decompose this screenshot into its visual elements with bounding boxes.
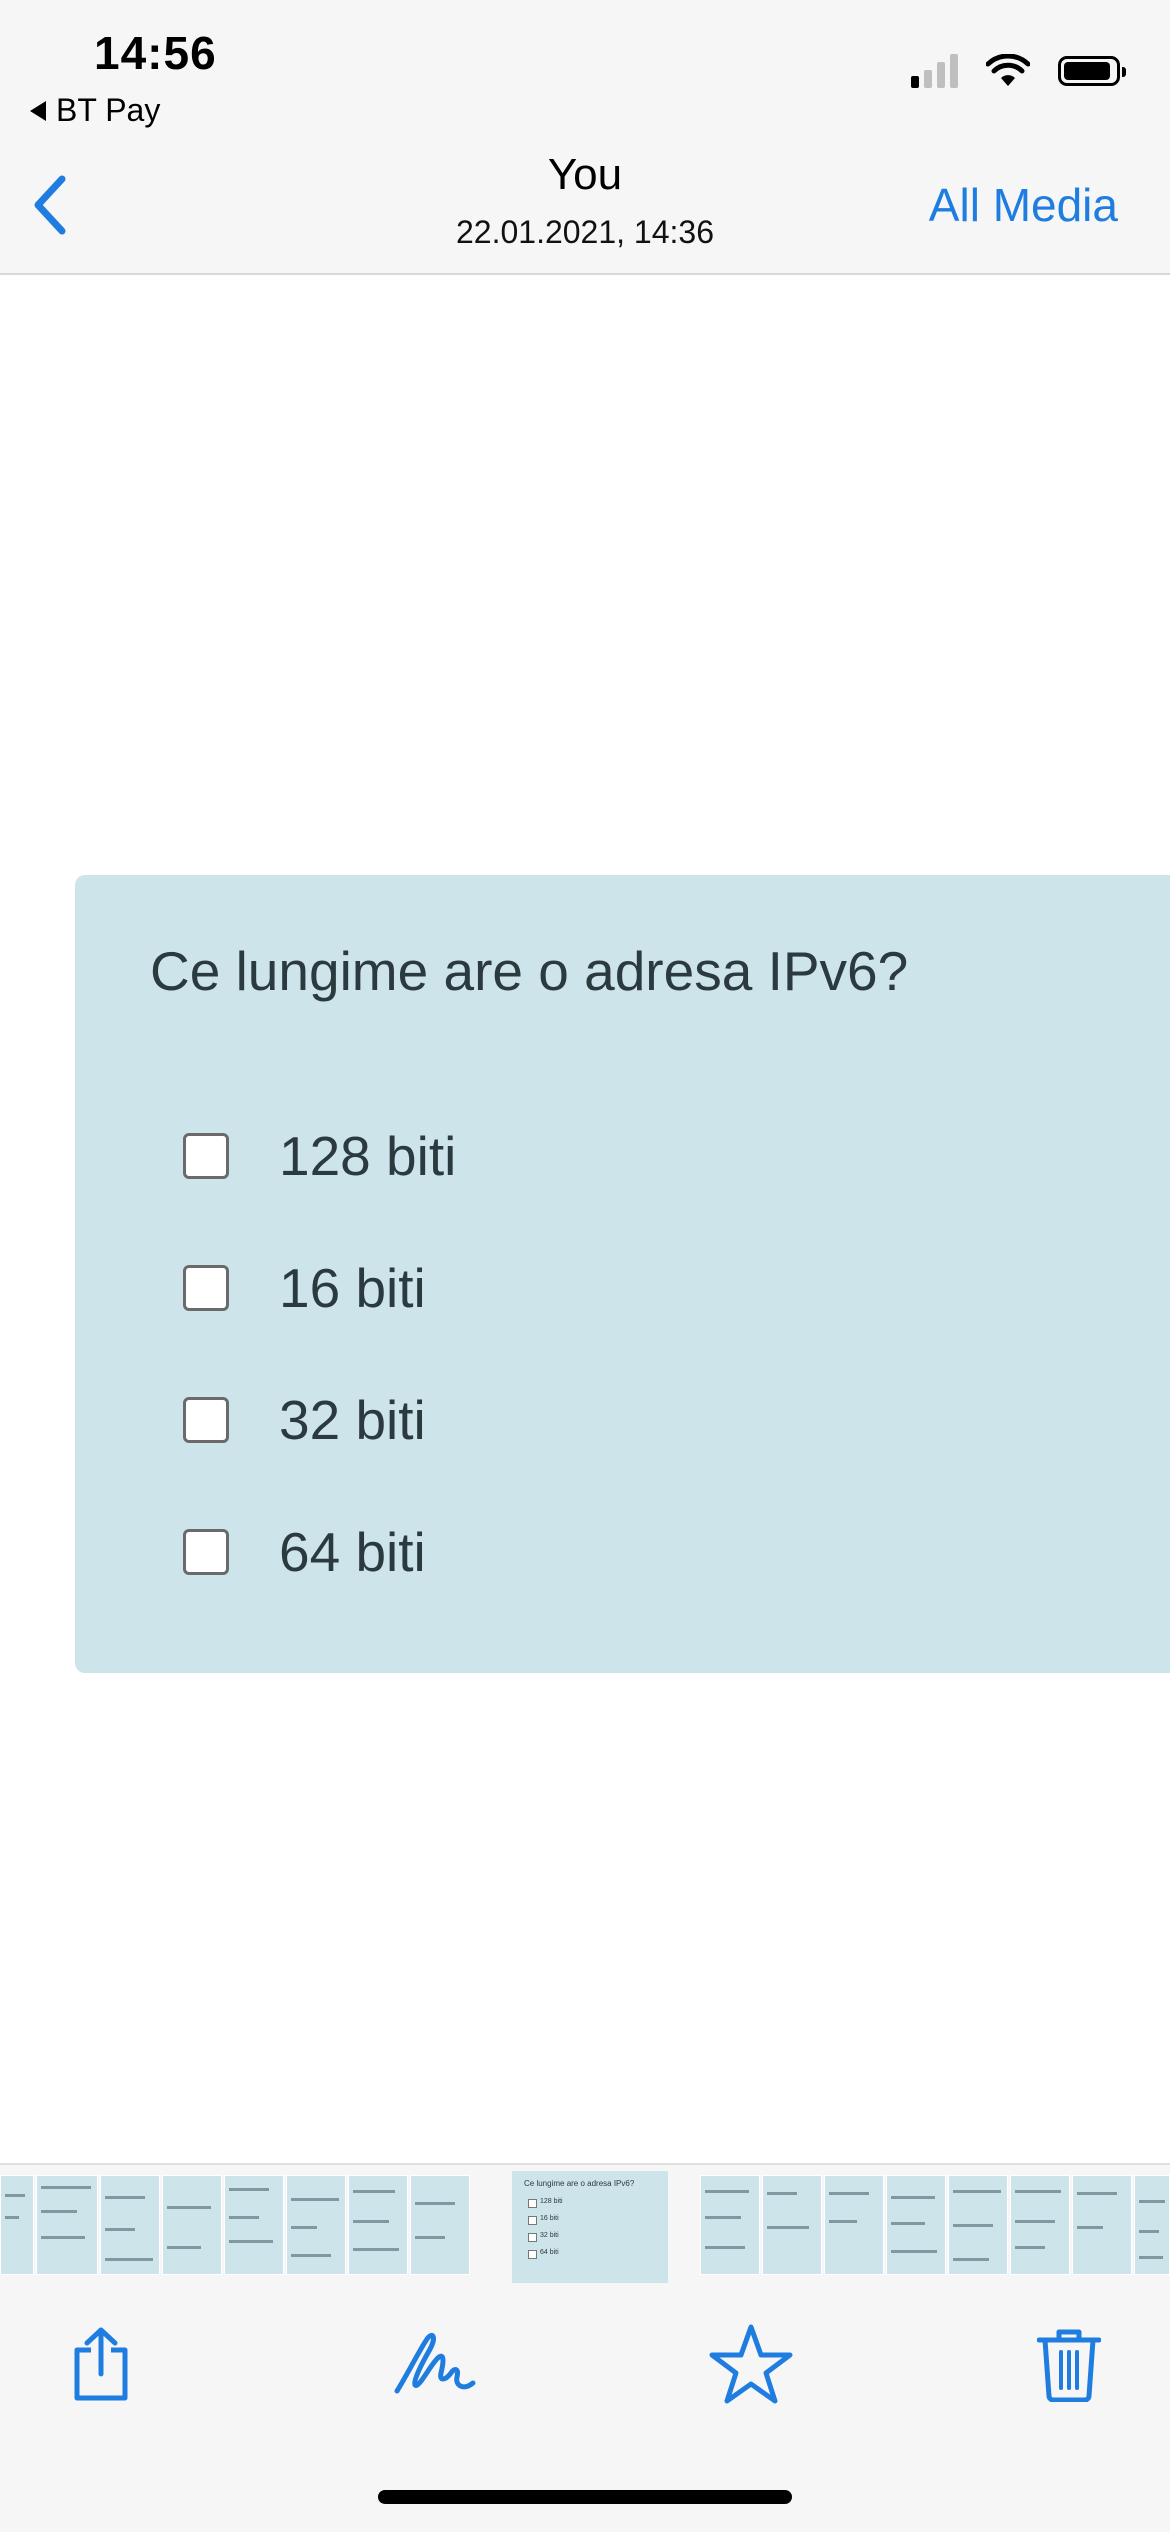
- trash-icon: [1037, 2329, 1101, 2402]
- quiz-option: 16 biti: [183, 1222, 456, 1354]
- thumbnail[interactable]: [886, 2175, 946, 2275]
- option-label: 32 biti: [279, 1389, 426, 1451]
- thumbnail[interactable]: [700, 2175, 760, 2275]
- thumbnail[interactable]: [410, 2175, 470, 2275]
- quiz-options: 128 biti 16 biti 32 biti 64 biti: [183, 1090, 456, 1618]
- thumbnail[interactable]: [1134, 2175, 1170, 2275]
- battery-icon: [1058, 56, 1126, 86]
- share-button[interactable]: [56, 2319, 146, 2409]
- option-label: 16 biti: [279, 1257, 426, 1319]
- thumbnail[interactable]: [348, 2175, 408, 2275]
- thumbnail[interactable]: [824, 2175, 884, 2275]
- thumbnail[interactable]: [162, 2175, 222, 2275]
- checkbox-icon: [183, 1529, 229, 1575]
- thumbnail[interactable]: [224, 2175, 284, 2275]
- thumbnail[interactable]: [1072, 2175, 1132, 2275]
- status-bar: 14:56 BT Pay: [0, 0, 1170, 140]
- delete-button[interactable]: [1024, 2319, 1114, 2409]
- status-icons: [911, 54, 1126, 88]
- thumbnail[interactable]: [100, 2175, 160, 2275]
- thumbnail-question: Ce lungime are o adresa IPv6?: [524, 2179, 635, 2188]
- wifi-icon: [986, 54, 1030, 86]
- all-media-button[interactable]: All Media: [929, 178, 1118, 232]
- navigation-bar: You 22.01.2021, 14:36 All Media: [0, 140, 1170, 275]
- home-indicator[interactable]: [378, 2490, 792, 2504]
- checkbox-icon: [183, 1133, 229, 1179]
- status-time: 14:56: [94, 27, 217, 79]
- thumbnail-strip[interactable]: Ce lungime are o adresa IPv6? 128 biti 1…: [0, 2163, 1170, 2283]
- markup-button[interactable]: [390, 2319, 480, 2409]
- thumbnail-option: 128 biti: [524, 2198, 656, 2208]
- thumbnail-option: 32 biti: [524, 2232, 656, 2242]
- cellular-signal-icon: [911, 54, 958, 88]
- quiz-option: 32 biti: [183, 1354, 456, 1486]
- option-label: 64 biti: [279, 1521, 426, 1583]
- thumbnail-option: 16 biti: [524, 2215, 656, 2225]
- checkbox-icon: [183, 1397, 229, 1443]
- quiz-option: 128 biti: [183, 1090, 456, 1222]
- quiz-card: Ce lungime are o adresa IPv6? 128 biti 1…: [75, 875, 1170, 1673]
- thumbnail[interactable]: [0, 2175, 34, 2275]
- thumbnail[interactable]: [762, 2175, 822, 2275]
- thumbnail[interactable]: [948, 2175, 1008, 2275]
- option-label: 128 biti: [279, 1125, 457, 1187]
- thumbnail-active[interactable]: Ce lungime are o adresa IPv6? 128 biti 1…: [512, 2171, 668, 2283]
- share-icon: [74, 2327, 128, 2401]
- checkbox-icon: [183, 1265, 229, 1311]
- back-to-app-link[interactable]: BT Pay: [30, 92, 160, 129]
- quiz-option: 64 biti: [183, 1486, 456, 1618]
- star-icon: [709, 2324, 793, 2404]
- back-triangle-icon: [30, 100, 46, 121]
- markup-pen-icon: [394, 2333, 476, 2394]
- thumbnail[interactable]: [286, 2175, 346, 2275]
- quiz-question: Ce lungime are o adresa IPv6?: [150, 940, 909, 1002]
- back-app-label: BT Pay: [56, 92, 161, 128]
- thumbnail[interactable]: [1010, 2175, 1070, 2275]
- thumbnail[interactable]: [36, 2175, 98, 2275]
- media-image[interactable]: Ce lungime are o adresa IPv6? 128 biti 1…: [0, 275, 1170, 2163]
- favorite-button[interactable]: [706, 2319, 796, 2409]
- thumbnail-option: 64 biti: [524, 2249, 656, 2259]
